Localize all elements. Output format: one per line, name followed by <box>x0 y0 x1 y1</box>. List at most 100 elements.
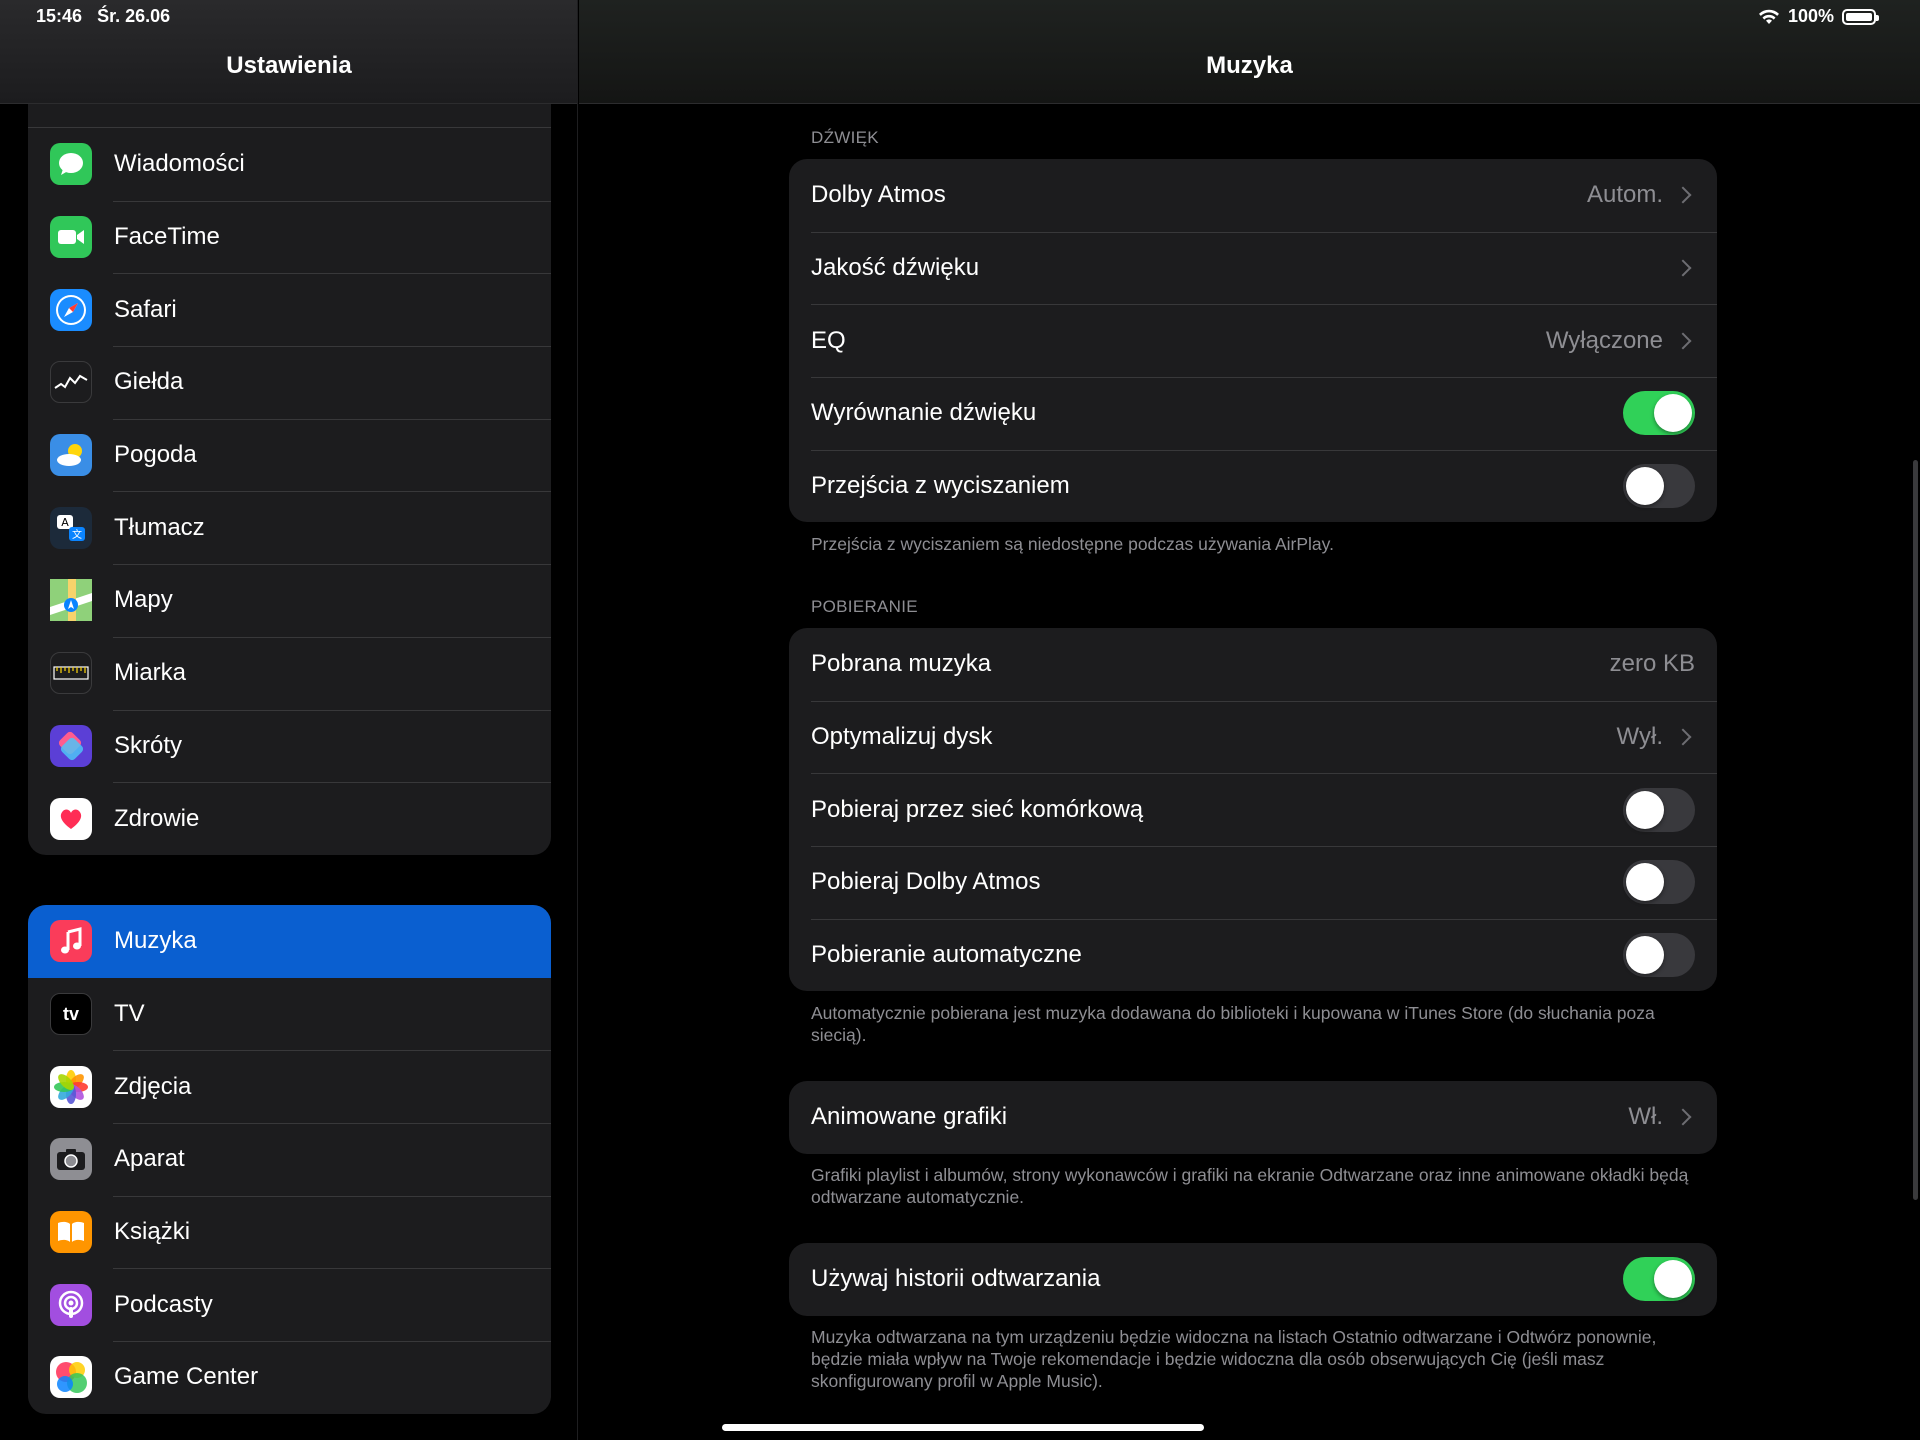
animated-art-value: Wł. <box>1628 1103 1663 1131</box>
sidebar-item-maps[interactable]: Mapy <box>28 564 551 637</box>
downloads-card: Pobrana muzyka zero KB Optymalizuj dysk … <box>789 628 1717 992</box>
main-panel: Muzyka DŹWIĘK Dolby Atmos Autom. Jakość … <box>579 0 1920 1440</box>
sidebar-item-label: Mapy <box>114 586 173 614</box>
battery-icon <box>1842 8 1879 25</box>
animated-art-row[interactable]: Animowane grafiki Wł. <box>789 1081 1717 1154</box>
sidebar-item-label: Game Center <box>114 1363 259 1391</box>
audio-quality-row[interactable]: Jakość dźwięku <box>789 231 1717 305</box>
sidebar-item-weather[interactable]: Pogoda <box>28 418 551 492</box>
optimize-storage-value: Wył. <box>1616 723 1663 751</box>
dolby-atmos-row[interactable]: Dolby Atmos Autom. <box>789 159 1717 232</box>
shortcuts-icon <box>50 724 92 767</box>
cellular-download-toggle[interactable] <box>1623 787 1695 832</box>
sidebar-item-music[interactable]: Muzyka <box>28 905 551 978</box>
photos-icon <box>50 1065 92 1108</box>
crossfade-row: Przejścia z wyciszaniem <box>789 449 1717 523</box>
svg-text:A: A <box>61 516 69 529</box>
listening-history-note: Muzyka odtwarzana na tym urządzeniu będz… <box>811 1327 1657 1391</box>
messages-icon <box>50 143 92 186</box>
sidebar-item-label: Podcasty <box>114 1290 213 1318</box>
section-header-downloads: POBIERANIE <box>811 597 918 616</box>
home-indicator[interactable] <box>722 1424 1204 1431</box>
status-time: 15:46 Śr. 26.06 <box>36 6 171 26</box>
sidebar-item-measure[interactable]: Miarka <box>28 636 551 710</box>
sidebar-item-label: Aparat <box>114 1145 185 1173</box>
cellular-download-row: Pobieraj przez sieć komórkową <box>789 773 1717 846</box>
sidebar-item-photos[interactable]: Zdjęcia <box>28 1050 551 1123</box>
sidebar-item-label: Safari <box>114 295 177 323</box>
health-icon <box>50 797 92 840</box>
downloaded-music-label: Pobrana muzyka <box>811 650 992 678</box>
listening-history-row: Używaj historii odtwarzania <box>789 1243 1717 1316</box>
animated-art-label: Animowane grafiki <box>811 1103 1008 1131</box>
downloaded-music-value: zero KB <box>1609 650 1695 678</box>
sound-check-row: Wyrównanie dźwięku <box>789 377 1717 450</box>
cellular-download-label: Pobieraj przez sieć komórkową <box>811 795 1144 823</box>
sidebar-item-label: Giełda <box>114 368 184 396</box>
optimize-storage-label: Optymalizuj dysk <box>811 723 993 751</box>
chevron-right-icon <box>1674 186 1692 204</box>
optimize-storage-row[interactable]: Optymalizuj dysk Wył. <box>789 700 1717 774</box>
section-header-sound: DŹWIĘK <box>811 128 879 147</box>
sidebar-title: Ustawienia <box>226 52 352 79</box>
sidebar-item-safari[interactable]: Safari <box>28 273 551 346</box>
downloaded-music-row[interactable]: Pobrana muzyka zero KB <box>789 628 1717 701</box>
auto-download-note: Automatycznie pobierana jest muzyka doda… <box>811 1003 1655 1045</box>
sidebar-item-label: Muzyka <box>114 927 197 955</box>
battery-percent: 100% <box>1787 6 1834 26</box>
status-bar: 15:46 Śr. 26.06 100% <box>0 0 1920 34</box>
sidebar-item-tv[interactable]: tv TV <box>28 978 551 1051</box>
auto-download-toggle[interactable] <box>1623 933 1695 978</box>
translate-icon: A文 <box>50 506 92 549</box>
eq-label: EQ <box>811 326 846 354</box>
sidebar-item-camera[interactable]: Aparat <box>28 1123 551 1196</box>
sidebar-item-books[interactable]: Książki <box>28 1195 551 1269</box>
sidebar: Ustawienia Wiadomości FaceTime Safari Giełd… <box>0 0 578 1440</box>
chevron-right-icon <box>1674 1108 1692 1126</box>
sidebar-item-label: Zdrowie <box>114 804 200 832</box>
animated-art-note: Grafiki playlist i albumów, strony wykon… <box>811 1165 1689 1207</box>
sound-check-label: Wyrównanie dźwięku <box>811 399 1037 427</box>
sidebar-item-game-center[interactable]: Game Center <box>28 1341 551 1414</box>
download-dolby-row: Pobieraj Dolby Atmos <box>789 846 1717 919</box>
sidebar-group-media: Muzyka tv TV Zdjęcia Aparat Książki Podcasty Ga… <box>28 905 551 1414</box>
svg-text:文: 文 <box>72 528 82 541</box>
sidebar-item-facetime[interactable]: FaceTime <box>28 200 551 274</box>
sidebar-item-label: Tłumacz <box>114 513 205 541</box>
sound-card: Dolby Atmos Autom. Jakość dźwięku EQ Wył… <box>789 159 1717 523</box>
facetime-icon <box>50 216 92 259</box>
wifi-icon <box>1758 9 1779 24</box>
sidebar-item-label: TV <box>114 1000 145 1028</box>
sidebar-group-apps: Wiadomości FaceTime Safari Giełda Pogoda A 文 Tł… <box>28 55 551 855</box>
status-right: 100% <box>1758 6 1879 27</box>
stocks-icon <box>50 361 92 404</box>
sound-check-toggle[interactable] <box>1623 391 1695 436</box>
eq-value: Wyłączone <box>1545 326 1663 354</box>
tv-icon: tv <box>50 993 92 1036</box>
download-dolby-toggle[interactable] <box>1623 860 1695 905</box>
sidebar-item-label: Książki <box>114 1218 191 1246</box>
books-icon <box>50 1211 92 1254</box>
history-card: Używaj historii odtwarzania <box>789 1243 1717 1316</box>
sidebar-item-messages[interactable]: Wiadomości <box>28 128 551 201</box>
music-icon <box>50 920 92 963</box>
chevron-right-icon <box>1674 728 1692 746</box>
listening-history-label: Używaj historii odtwarzania <box>811 1265 1101 1293</box>
listening-history-toggle[interactable] <box>1623 1257 1695 1302</box>
sidebar-item-shortcuts[interactable]: Skróty <box>28 709 551 783</box>
auto-download-label: Pobieranie automatyczne <box>811 941 1082 969</box>
sidebar-item-label: FaceTime <box>114 223 220 251</box>
sidebar-item-label: Pogoda <box>114 441 197 469</box>
crossfade-toggle[interactable] <box>1623 464 1695 509</box>
eq-row[interactable]: EQ Wyłączone <box>789 304 1717 377</box>
sidebar-item-translate[interactable]: A 文 Tłumacz <box>28 491 551 564</box>
sidebar-item-podcasts[interactable]: Podcasty <box>28 1268 551 1341</box>
scrollbar[interactable] <box>1913 460 1918 1200</box>
podcasts-icon <box>50 1283 92 1326</box>
sidebar-item-health[interactable]: Zdrowie <box>28 782 551 855</box>
measure-icon <box>50 652 92 695</box>
chevron-right-icon <box>1674 259 1692 277</box>
game-center-icon <box>50 1356 92 1399</box>
page-title: Muzyka <box>1206 52 1293 79</box>
sidebar-item-stocks[interactable]: Giełda <box>28 346 551 419</box>
